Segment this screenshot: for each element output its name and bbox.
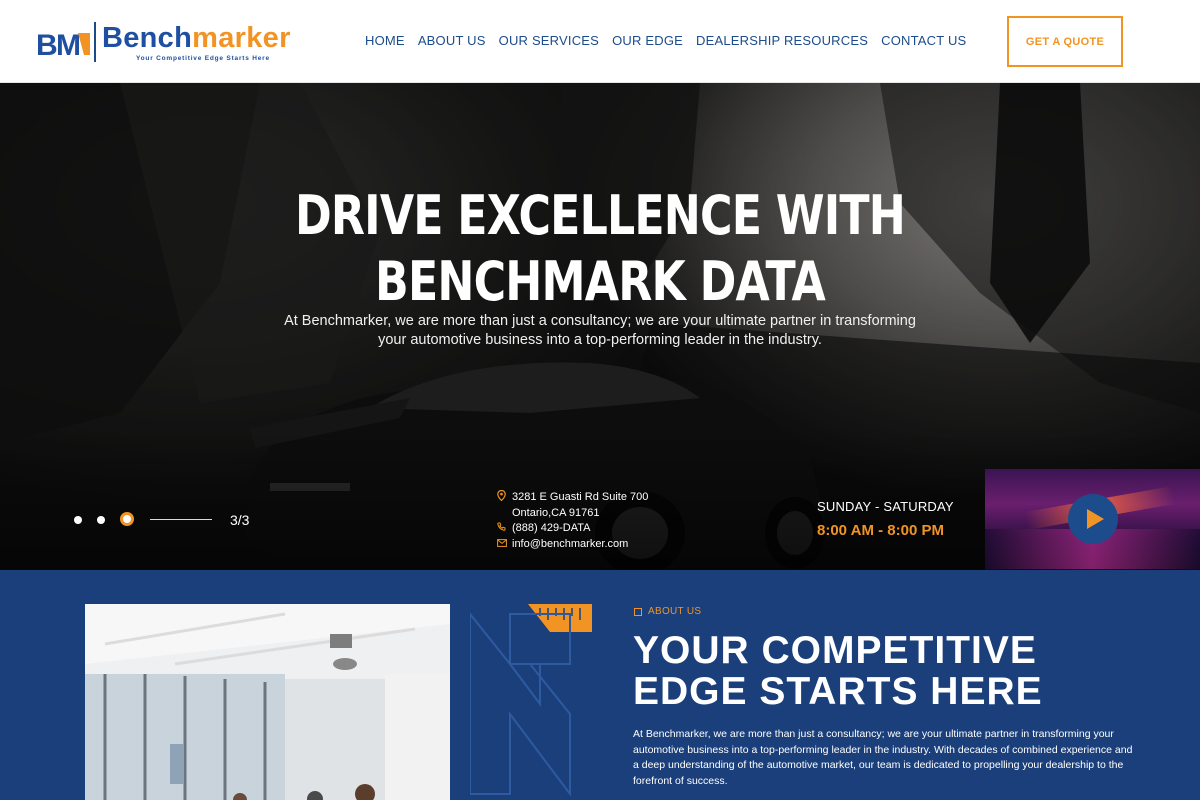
logo-divider — [94, 22, 96, 62]
benchmarker-logo[interactable]: B M Benchmarker Your Competitive Edge St… — [36, 20, 291, 64]
address-row: 3281 E Guasti Rd Suite 700 Ontario,CA 91… — [497, 489, 649, 521]
about-title: YOUR COMPETITIVE EDGE STARTS HERE — [633, 629, 1043, 713]
hero-subtitle: At Benchmarker, we are more than just a … — [284, 313, 916, 348]
nav-dealership-resources[interactable]: DEALERSHIP RESOURCES — [696, 33, 868, 48]
main-nav: HOME ABOUT US OUR SERVICES OUR EDGE DEAL… — [365, 33, 979, 48]
email-row[interactable]: info@benchmarker.com — [497, 537, 648, 553]
hours-days: SUNDAY - SATURDAY — [817, 499, 954, 514]
label-square-icon — [634, 607, 642, 616]
about-body: At Benchmarker, we are more than just a … — [633, 728, 1133, 787]
svg-text:M: M — [56, 29, 81, 62]
address-line-1: 3281 E Guasti Rd Suite 700 — [512, 491, 649, 503]
nav-contact-us[interactable]: CONTACT US — [881, 33, 966, 48]
video-thumbnail[interactable] — [985, 469, 1200, 570]
hero-slider: DRIVE EXCELLENCE WITH BENCHMARK DATA At … — [0, 83, 1200, 570]
slider-dot-3-active[interactable] — [120, 512, 134, 526]
play-video-button[interactable] — [1068, 494, 1118, 544]
nav-our-edge[interactable]: OUR EDGE — [612, 33, 683, 48]
about-us-label: ABOUT US — [634, 606, 701, 617]
nav-about-us[interactable]: ABOUT US — [418, 33, 486, 48]
office-photo-illustration — [85, 604, 450, 800]
hero-title: DRIVE EXCELLENCE WITH BENCHMARK DATA — [294, 184, 906, 313]
envelope-icon — [497, 537, 512, 552]
phone-icon — [497, 521, 512, 536]
email-address[interactable]: info@benchmarker.com — [512, 537, 628, 553]
play-icon — [1087, 509, 1104, 529]
get-a-quote-button[interactable]: GET A QUOTE — [1007, 16, 1123, 67]
phone-number[interactable]: (888) 429-DATA — [512, 521, 590, 537]
logo-tagline: Your Competitive Edge Starts Here — [136, 54, 270, 62]
about-section: ABOUT US YOUR COMPETITIVE EDGE STARTS HE… — [0, 570, 1200, 800]
office-meeting-photo — [85, 604, 450, 800]
bm-logo-icon: B M — [36, 29, 90, 62]
nav-our-services[interactable]: OUR SERVICES — [499, 33, 599, 48]
site-header: B M Benchmarker Your Competitive Edge St… — [0, 0, 1200, 83]
address-line-2: Ontario,CA 91761 — [512, 506, 600, 519]
svg-text:B: B — [36, 29, 58, 62]
slider-progress-line — [150, 519, 212, 520]
logo-wordmark: Benchmarker — [102, 21, 291, 54]
slider-dot-1[interactable] — [74, 516, 82, 524]
contact-info: 3281 E Guasti Rd Suite 700 Ontario,CA 91… — [497, 489, 649, 553]
hours-time: 8:00 AM - 8:00 PM — [817, 522, 944, 539]
nav-home[interactable]: HOME — [365, 33, 405, 48]
location-pin-icon — [497, 489, 512, 506]
slider-dot-2[interactable] — [97, 516, 105, 524]
slide-counter: 3/3 — [230, 512, 250, 528]
bm-outline-graphic — [470, 604, 592, 797]
phone-row[interactable]: (888) 429-DATA — [497, 521, 648, 537]
